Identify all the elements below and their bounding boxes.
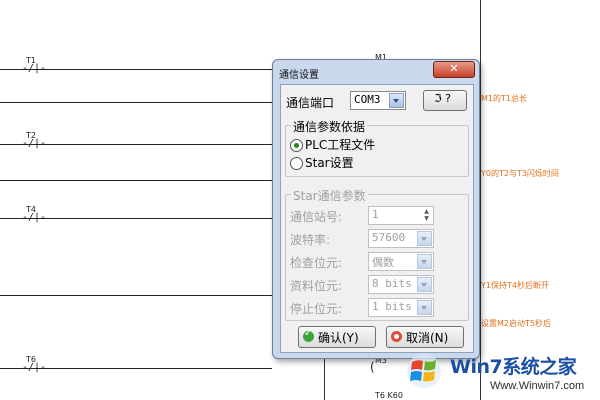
contact-symbol[interactable]: -/|- (22, 138, 46, 149)
chevron-down-icon[interactable] (417, 300, 432, 315)
branch-line (324, 357, 325, 400)
baud-select[interactable]: 57600 (368, 229, 434, 248)
check-icon (303, 328, 314, 342)
dialog-title: 通信设置 (279, 70, 319, 81)
parity-select[interactable]: 偶数 (368, 252, 434, 271)
rung-line (0, 295, 272, 296)
close-icon: ✕ (449, 62, 459, 75)
cancel-icon (391, 331, 402, 342)
source-group: 通信参数依据 PLC工程文件 Star设置 (285, 118, 469, 177)
rung-comment: M1的T1总长 (481, 94, 527, 103)
port-select[interactable]: COM3 (350, 91, 406, 110)
chevron-down-icon[interactable] (417, 254, 432, 269)
data-bits-value: 8 bits (372, 277, 412, 290)
windows-logo-icon (402, 352, 446, 390)
baud-value: 57600 (372, 231, 406, 244)
parity-label: 检查位元: (290, 256, 343, 270)
stop-bits-select[interactable]: 1 bits (368, 298, 434, 317)
ok-button-label: 确认(Y) (318, 331, 359, 345)
star-params-group: Star通信参数 通信站号: 1 ▲ ▼ 波特率: 57600 检查位元: 偶数 … (285, 187, 469, 321)
baud-label: 波特率: (290, 233, 331, 247)
chevron-down-icon[interactable] (417, 277, 432, 292)
port-value: COM3 (354, 93, 381, 106)
stop-bits-label: 停止位元: (290, 302, 343, 316)
help-icon: ℑ (434, 92, 442, 105)
radio-star-settings-label[interactable]: Star设置 (305, 154, 354, 171)
contact-symbol[interactable]: -/|- (22, 362, 46, 373)
rung-comment: Y1保持T4秒后断开 (481, 281, 549, 290)
help-button-label: ℑ ? (434, 92, 452, 105)
station-value: 1 (372, 208, 379, 221)
radio-plc-project-label[interactable]: PLC工程文件 (305, 136, 375, 153)
help-button[interactable]: ℑ ? (423, 90, 467, 111)
stop-bits-value: 1 bits (372, 300, 412, 313)
station-label: 通信站号: (290, 210, 343, 224)
rung-line (0, 102, 272, 103)
radio-star-settings[interactable] (290, 157, 303, 170)
rung-comment: 设置M2启动T5秒后 (481, 319, 551, 328)
watermark-brand: Win7系统之家 (450, 356, 577, 378)
chevron-down-icon[interactable] (389, 93, 404, 108)
coil-label: T6 K60 (375, 391, 403, 400)
cancel-button[interactable]: 取消(N) (386, 326, 464, 348)
star-params-group-title: Star通信参数 (291, 187, 368, 204)
spinner-arrows-icon[interactable]: ▲ ▼ (421, 208, 432, 222)
dialog-body: 通信端口 COM3 ℑ ? 通信参数依据 PLC工程文件 Star设置 Star… (280, 84, 474, 353)
rung-comment: Y0的T2与T3闪烁时间 (481, 169, 559, 178)
data-bits-select[interactable]: 8 bits (368, 275, 434, 294)
comm-settings-dialog: 通信设置 ✕ 通信端口 COM3 ℑ ? 通信参数依据 PLC工程文件 Star… (272, 59, 480, 359)
contact-symbol[interactable]: -/|- (22, 212, 46, 223)
station-spinner[interactable]: 1 ▲ ▼ (368, 206, 434, 225)
cancel-button-label: 取消(N) (406, 331, 449, 345)
ok-button[interactable]: 确认(Y) (298, 326, 376, 348)
source-group-title: 通信参数依据 (291, 118, 368, 135)
radio-plc-project[interactable] (290, 139, 303, 152)
right-power-rail (480, 0, 481, 400)
close-button[interactable]: ✕ (433, 61, 475, 78)
data-bits-label: 资料位元: (290, 279, 343, 293)
contact-symbol[interactable]: -/|- (22, 63, 46, 74)
port-label: 通信端口 (286, 96, 335, 110)
coil-symbol: ( (370, 360, 375, 374)
rung-line (0, 180, 272, 181)
chevron-down-icon[interactable] (417, 231, 432, 246)
watermark-url: Www.Winwin7.com (490, 380, 585, 392)
parity-value: 偶数 (372, 256, 394, 269)
